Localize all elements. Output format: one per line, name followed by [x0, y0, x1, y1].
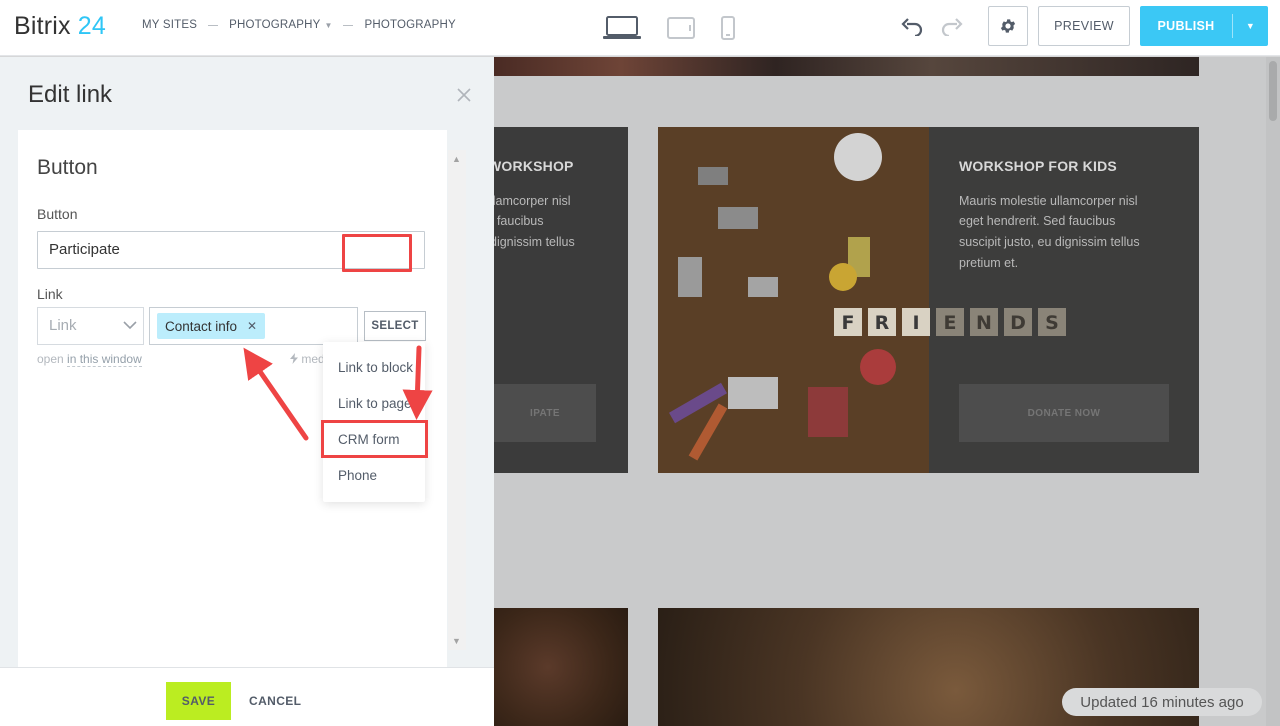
- lightning-icon: [290, 353, 298, 364]
- media-option[interactable]: med: [290, 352, 325, 366]
- letter-tile-text: R: [875, 312, 890, 334]
- site-preview: WORKSHOP llamcorper nisl t faucibus dign…: [494, 57, 1280, 726]
- highlight-select-button: [342, 234, 412, 272]
- logo-text: Bitrix: [14, 12, 71, 40]
- card-scrollbar[interactable]: ▲ ▼: [448, 150, 466, 650]
- logo-number: 24: [77, 12, 106, 40]
- chevron-down-icon: [123, 321, 137, 330]
- breadcrumb-site[interactable]: PHOTOGRAPHY: [229, 19, 320, 31]
- menu-item-link-to-page[interactable]: Link to page: [338, 396, 412, 411]
- bottom-photo: [494, 608, 628, 726]
- redo-button[interactable]: [938, 14, 966, 40]
- tablet-icon: [667, 17, 695, 39]
- close-icon: [457, 88, 471, 102]
- settings-button[interactable]: [988, 6, 1028, 46]
- scroll-down-icon[interactable]: ▼: [452, 636, 461, 646]
- desktop-view-button[interactable]: [600, 0, 644, 56]
- breadcrumb-my-sites[interactable]: MY SITES: [142, 19, 197, 31]
- breadcrumb-separator: [343, 24, 354, 26]
- letter-tile-text: E: [944, 312, 957, 334]
- panel-footer: SAVE CANCEL: [0, 667, 494, 726]
- remove-tag-icon[interactable]: ✕: [247, 319, 257, 333]
- letter-tile-text: N: [976, 312, 992, 334]
- breadcrumb-page[interactable]: PHOTOGRAPHY: [364, 19, 455, 31]
- card-heading: Button: [37, 156, 98, 179]
- letter-tile-text: S: [1045, 312, 1059, 334]
- letter-tile-text: D: [1010, 312, 1026, 334]
- link-field-label: Link: [37, 286, 63, 302]
- publish-button[interactable]: PUBLISH ▼: [1140, 6, 1268, 46]
- card-text-line: pretium et.: [959, 256, 1019, 270]
- card-text-line: eget hendrerit. Sed faucibus: [959, 214, 1116, 228]
- publish-label: PUBLISH: [1157, 19, 1215, 33]
- menu-item-link-to-block[interactable]: Link to block: [338, 360, 413, 375]
- preview-button[interactable]: PREVIEW: [1038, 6, 1130, 46]
- panel-title: Edit link: [28, 81, 113, 108]
- media-label: med: [301, 352, 325, 366]
- mobile-view-button[interactable]: [716, 0, 740, 56]
- tag-label: Contact info: [165, 318, 238, 334]
- card-text-line: Mauris molestie ullamcorper nisl: [959, 194, 1138, 208]
- card-title: WORKSHOP FOR KIDS: [959, 158, 1117, 174]
- bitrix24-logo[interactable]: Bitrix 24: [14, 12, 106, 41]
- page-scrollbar[interactable]: [1266, 57, 1280, 726]
- chevron-down-icon[interactable]: ▼: [325, 21, 333, 30]
- last-updated-status: Updated 16 minutes ago: [1062, 688, 1262, 716]
- desktop-icon: [603, 16, 641, 39]
- breadcrumb-separator: [208, 24, 219, 26]
- letter-tile-text: F: [842, 312, 855, 334]
- menu-item-phone[interactable]: Phone: [338, 468, 377, 483]
- top-toolbar: Bitrix 24 MY SITES PHOTOGRAPHY ▼ PHOTOGRA…: [0, 0, 1280, 56]
- undo-button[interactable]: [898, 14, 926, 40]
- card-text-line: suscipit justo, eu dignissim tellus: [959, 235, 1140, 249]
- select-button[interactable]: SELECT: [364, 311, 426, 341]
- tablet-view-button[interactable]: [664, 0, 698, 56]
- contact-info-tag[interactable]: Contact info ✕: [157, 313, 266, 339]
- button-field-label: Button: [37, 206, 78, 222]
- link-target-field[interactable]: Contact info ✕: [149, 307, 358, 345]
- donate-now-button[interactable]: DONATE NOW: [959, 384, 1169, 442]
- scroll-up-icon[interactable]: ▲: [452, 154, 461, 164]
- link-type-select[interactable]: Link: [37, 307, 144, 345]
- open-in-window-option[interactable]: open in this window: [37, 352, 142, 367]
- letter-tile-text: I: [912, 312, 919, 334]
- undo-icon: [901, 18, 923, 36]
- open-in-target[interactable]: in this window: [67, 352, 142, 367]
- highlight-crm-form: [321, 420, 428, 458]
- scrollbar-thumb[interactable]: [1269, 61, 1277, 121]
- close-button[interactable]: [454, 85, 474, 105]
- redo-icon: [941, 18, 963, 36]
- chevron-down-icon[interactable]: ▼: [1233, 21, 1268, 31]
- edit-link-panel: Edit link Button Button Participate Link…: [0, 57, 494, 726]
- cancel-button[interactable]: CANCEL: [249, 682, 301, 720]
- link-type-value: Link: [49, 317, 77, 334]
- gear-icon: [1000, 19, 1016, 33]
- mobile-icon: [721, 16, 735, 40]
- open-in-prefix: open: [37, 352, 64, 366]
- breadcrumb: MY SITES PHOTOGRAPHY ▼ PHOTOGRAPHY: [142, 19, 456, 31]
- save-button[interactable]: SAVE: [166, 682, 231, 720]
